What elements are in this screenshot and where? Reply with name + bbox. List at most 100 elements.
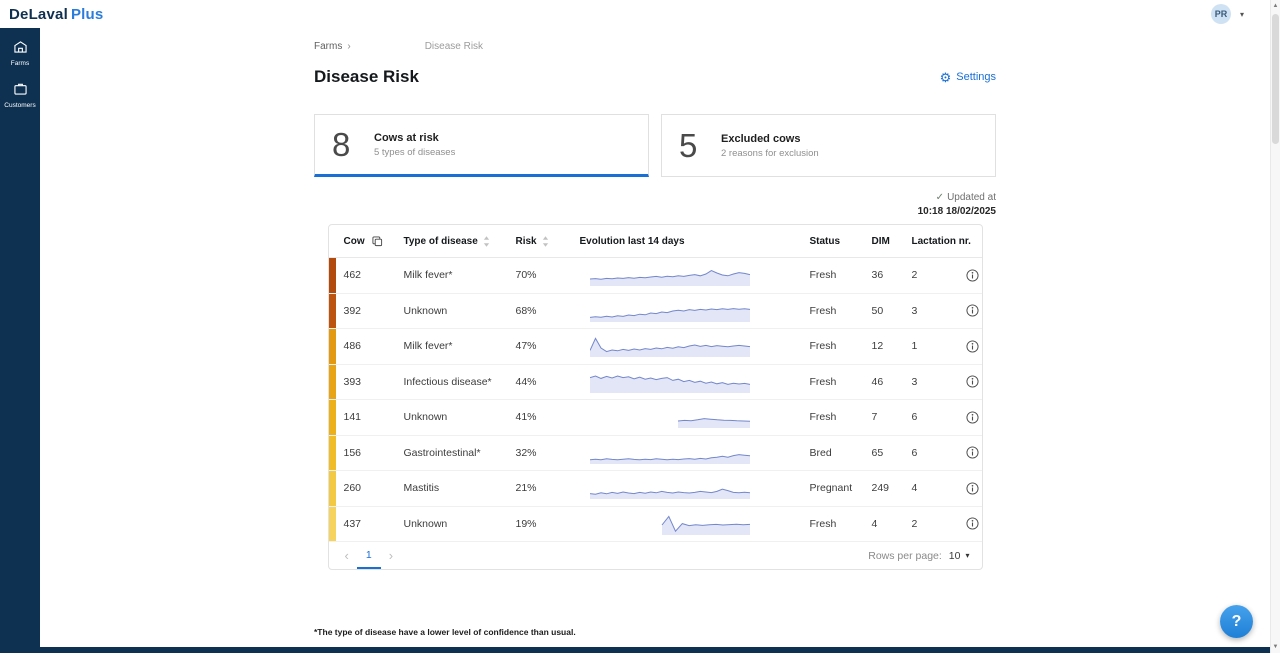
- cow-id: 392: [336, 305, 400, 317]
- col-risk[interactable]: Risk: [512, 236, 576, 247]
- lactation-value: 3: [908, 376, 964, 388]
- severity-bar: [329, 436, 336, 471]
- table-row[interactable]: 393Infectious disease*44%Fresh463: [329, 365, 982, 401]
- col-type-of-disease[interactable]: Type of disease: [400, 236, 512, 247]
- severity-column-spacer: [329, 225, 336, 257]
- page-number[interactable]: 1: [357, 542, 381, 569]
- table-row[interactable]: 486Milk fever*47%Fresh121: [329, 329, 982, 365]
- next-page-button[interactable]: ›: [381, 548, 401, 563]
- settings-button[interactable]: ⚙ Settings: [940, 71, 996, 84]
- brand-secondary: Plus: [71, 6, 103, 23]
- risk-value: 47%: [512, 340, 576, 352]
- status-value: Fresh: [806, 518, 868, 530]
- dim-value: 65: [868, 447, 908, 459]
- card-label: Excluded cows: [721, 133, 819, 145]
- rows-per-page-label: Rows per page:: [868, 550, 942, 562]
- avatar[interactable]: PR: [1211, 4, 1231, 24]
- sidebar-item-label: Farms: [11, 60, 29, 67]
- scroll-up-icon[interactable]: ▲: [1271, 3, 1280, 9]
- dim-value: 249: [868, 482, 908, 494]
- evolution-sparkline: [576, 299, 806, 323]
- evolution-sparkline: [576, 370, 806, 394]
- card-excluded-cows[interactable]: 5 Excluded cows 2 reasons for exclusion: [661, 114, 996, 177]
- risk-value: 44%: [512, 376, 576, 388]
- sort-icon[interactable]: [483, 236, 490, 247]
- title-row: Disease Risk ⚙ Settings: [314, 67, 996, 87]
- disease-risk-table: Cow Type of disease Risk: [328, 224, 983, 570]
- disease-type: Unknown: [400, 518, 512, 530]
- sort-icon[interactable]: [542, 236, 549, 247]
- severity-bar: [329, 471, 336, 506]
- disease-type: Infectious disease*: [400, 376, 512, 388]
- disease-type: Gastrointestinal*: [400, 447, 512, 459]
- brand-primary: DeLaval: [9, 6, 68, 23]
- gear-icon: ⚙: [940, 71, 952, 84]
- table-row[interactable]: 437Unknown19%Fresh42: [329, 507, 982, 543]
- info-icon[interactable]: [966, 482, 979, 495]
- disease-type: Unknown: [400, 411, 512, 423]
- scroll-down-icon[interactable]: ▼: [1271, 644, 1280, 650]
- table-row[interactable]: 141Unknown41%Fresh76: [329, 400, 982, 436]
- severity-bar: [329, 400, 336, 435]
- table-row[interactable]: 392Unknown68%Fresh503: [329, 294, 982, 330]
- bottom-strip: [0, 647, 1270, 653]
- table-row[interactable]: 156Gastrointestinal*32%Bred656: [329, 436, 982, 472]
- severity-bar: [329, 294, 336, 329]
- cow-id: 141: [336, 411, 400, 423]
- status-value: Fresh: [806, 411, 868, 423]
- info-icon[interactable]: [966, 269, 979, 282]
- scrollbar[interactable]: ▲ ▼: [1270, 0, 1280, 653]
- table-row[interactable]: 260Mastitis21%Pregnant2494: [329, 471, 982, 507]
- user-menu[interactable]: PR ▾: [1211, 4, 1244, 24]
- prev-page-button[interactable]: ‹: [337, 548, 357, 563]
- breadcrumb-farms[interactable]: Farms: [314, 41, 342, 52]
- status-value: Fresh: [806, 340, 868, 352]
- card-cows-at-risk[interactable]: 8 Cows at risk 5 types of diseases: [314, 114, 649, 177]
- pagination: ‹ 1 › Rows per page: 10 ▾: [329, 542, 982, 569]
- chevron-right-icon: ›: [347, 41, 350, 52]
- scrollbar-thumb[interactable]: [1272, 14, 1279, 144]
- help-button[interactable]: ?: [1220, 605, 1253, 638]
- chevron-down-icon[interactable]: ▾: [1240, 10, 1244, 19]
- severity-bar: [329, 329, 336, 364]
- info-icon[interactable]: [966, 340, 979, 353]
- dim-value: 50: [868, 305, 908, 317]
- dim-value: 36: [868, 269, 908, 281]
- main-area: Farms › Disease Risk Disease Risk ⚙ Sett…: [40, 28, 1270, 647]
- updated-label: Updated at: [947, 192, 996, 203]
- severity-bar: [329, 507, 336, 542]
- info-icon[interactable]: [966, 375, 979, 388]
- rows-per-page-select[interactable]: 10 ▾: [949, 550, 970, 562]
- copy-icon[interactable]: [372, 236, 383, 247]
- sidebar-item-farms[interactable]: Farms: [0, 37, 40, 70]
- col-label: Status: [810, 236, 841, 247]
- info-icon[interactable]: [966, 304, 979, 317]
- app-logo[interactable]: DeLavalPlus: [9, 6, 103, 23]
- col-label: Evolution last 14 days: [580, 236, 685, 247]
- sidebar: Farms Customers: [0, 28, 40, 653]
- evolution-sparkline: [576, 263, 806, 287]
- cow-id: 486: [336, 340, 400, 352]
- card-value: 5: [679, 127, 721, 165]
- lactation-value: 3: [908, 305, 964, 317]
- cow-id: 156: [336, 447, 400, 459]
- sidebar-item-customers[interactable]: Customers: [0, 79, 40, 112]
- breadcrumb: Farms › Disease Risk: [314, 41, 996, 52]
- help-label: ?: [1232, 613, 1242, 631]
- risk-value: 32%: [512, 447, 576, 459]
- info-icon[interactable]: [966, 411, 979, 424]
- col-label: Type of disease: [404, 236, 478, 247]
- status-value: Pregnant: [806, 482, 868, 494]
- col-cow: Cow: [336, 236, 400, 247]
- cow-id: 393: [336, 376, 400, 388]
- table-row[interactable]: 462Milk fever*70%Fresh362: [329, 258, 982, 294]
- col-label: Risk: [516, 236, 537, 247]
- footnote: *The type of disease have a lower level …: [314, 627, 996, 637]
- info-icon[interactable]: [966, 446, 979, 459]
- col-label: DIM: [872, 236, 890, 247]
- disease-type: Milk fever*: [400, 340, 512, 352]
- card-sublabel: 2 reasons for exclusion: [721, 148, 819, 159]
- customers-icon: [13, 82, 28, 100]
- info-icon[interactable]: [966, 517, 979, 530]
- disease-type: Unknown: [400, 305, 512, 317]
